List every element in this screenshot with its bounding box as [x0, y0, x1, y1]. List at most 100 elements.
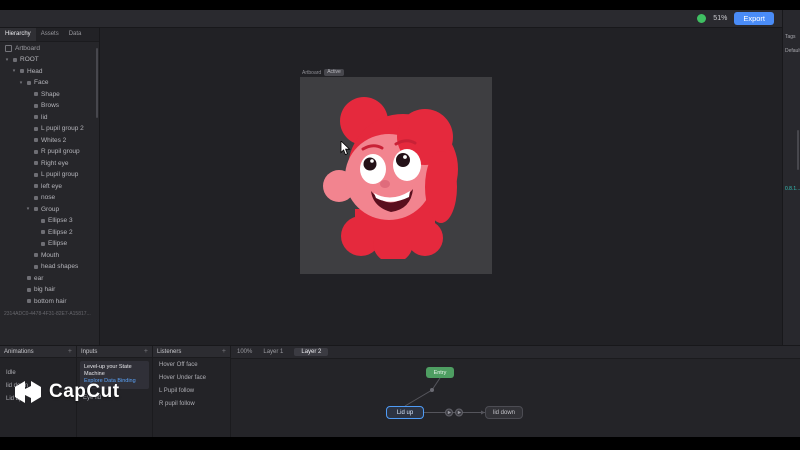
tree-row[interactable]: ▾ Group	[0, 204, 99, 216]
tree-row-label: Ellipse	[48, 240, 68, 248]
tree-row[interactable]: Whites 2	[0, 135, 99, 147]
state-node-lid-down[interactable]: lid down	[485, 406, 523, 419]
node-type-icon	[34, 115, 38, 120]
tags-label: Tags	[785, 34, 796, 40]
tree-row-label: left eye	[41, 182, 62, 190]
tree-row[interactable]: ear	[0, 273, 99, 285]
tree-row[interactable]: bottom hair	[0, 296, 99, 308]
tab-hierarchy[interactable]: Hierarchy	[0, 28, 36, 41]
app-frame: 51% Export Hierarchy Assets Data Artboar…	[0, 10, 800, 437]
add-animation-icon[interactable]: +	[68, 348, 72, 355]
entry-node[interactable]: Entry	[426, 367, 454, 378]
listener-item[interactable]: R pupil follow	[153, 397, 230, 410]
artboard-icon	[5, 44, 12, 52]
listener-item[interactable]: L Pupil follow	[153, 384, 230, 397]
node-type-icon	[34, 253, 38, 258]
tree-arrow[interactable]: ▾	[25, 206, 31, 212]
node-type-icon	[13, 57, 17, 62]
tree-row-label: Head	[27, 67, 43, 75]
state-machine-graph[interactable]: Entry Lid up lid down	[231, 359, 800, 437]
artboard[interactable]	[300, 77, 492, 274]
node-type-icon	[34, 172, 38, 177]
promo-title: Level-up your State Machine	[84, 364, 132, 378]
tree-row[interactable]: big hair	[0, 284, 99, 296]
capcut-logo-icon	[15, 381, 41, 403]
tree-row[interactable]: Shape	[0, 89, 99, 101]
tree-row[interactable]: head shapes	[0, 261, 99, 273]
tree-row-label: Right eye	[41, 159, 69, 167]
graph-connections	[404, 377, 485, 417]
tree-row[interactable]: Mouth	[0, 250, 99, 262]
add-input-icon[interactable]: +	[144, 348, 148, 355]
capcut-wordmark: CapCut	[49, 381, 120, 402]
node-type-icon	[34, 149, 38, 154]
node-type-icon	[34, 264, 38, 269]
tree-row-label: lid	[41, 113, 48, 121]
node-type-icon	[34, 195, 38, 200]
tree-row-label: Ellipse 2	[48, 228, 73, 236]
tree-row-label: Shape	[41, 90, 60, 98]
graph-header: 100% Layer 1 Layer 2	[231, 346, 800, 359]
state-node-lid-up[interactable]: Lid up	[386, 406, 424, 419]
stage-canvas[interactable]: Artboard Active	[100, 28, 782, 345]
node-type-icon	[27, 287, 31, 292]
inputs-header: Inputs +	[77, 346, 152, 358]
artboard-guid: 2314ADC0-4478-4F31-82E7-A15817...	[4, 311, 91, 317]
tree-row[interactable]: Ellipse	[0, 238, 99, 250]
user-avatar[interactable]	[697, 14, 707, 23]
artboard-row[interactable]: Artboard	[0, 42, 99, 54]
listener-item[interactable]: Hover Under face	[153, 371, 230, 384]
tree-row[interactable]: ▾ ROOT	[0, 54, 99, 66]
node-type-icon	[27, 80, 31, 85]
tree-row[interactable]: L pupil group 2	[0, 123, 99, 135]
tree-arrow[interactable]: ▾	[4, 57, 10, 63]
tree-row[interactable]: Right eye	[0, 158, 99, 170]
animation-item[interactable]: Idle	[0, 366, 76, 379]
tree-row[interactable]: L pupil group	[0, 169, 99, 181]
tree-row[interactable]: ▾ Face	[0, 77, 99, 89]
tree-row-label: R pupil group	[41, 148, 80, 156]
hierarchy-panel: Hierarchy Assets Data Artboard ▾ ROOT ▾ …	[0, 28, 100, 345]
hierarchy-tabs: Hierarchy Assets Data	[0, 28, 99, 42]
tree-row-label: Group	[41, 205, 60, 213]
artboard-row-label: Artboard	[15, 44, 40, 52]
node-type-icon	[34, 103, 38, 108]
state-machine-section: 100% Layer 1 Layer 2 Entry Lid up lid do	[231, 346, 800, 437]
artboard-active-badge: Active	[324, 69, 344, 76]
layer-2-tab[interactable]: Layer 2	[294, 348, 329, 356]
tree-row-label: Whites 2	[41, 136, 67, 144]
node-type-icon	[34, 138, 38, 143]
tree-arrow[interactable]: ▾	[18, 80, 24, 86]
tree-row[interactable]: left eye	[0, 181, 99, 193]
tree-row-label: ROOT	[20, 56, 39, 64]
tab-data[interactable]: Data	[64, 28, 87, 41]
node-type-icon	[34, 126, 38, 131]
tree-row[interactable]: Ellipse 2	[0, 227, 99, 239]
layer-1-tab[interactable]: Layer 1	[256, 348, 290, 356]
sync-percent: 51%	[713, 15, 728, 22]
inspector-scrollbar[interactable]	[797, 130, 799, 170]
listeners-title: Listeners	[157, 348, 182, 355]
hierarchy-tree: ▾ ROOT ▾ Head ▾ Face Shape Brows lid L p…	[0, 54, 99, 307]
node-type-icon	[41, 241, 45, 246]
tree-row[interactable]: nose	[0, 192, 99, 204]
tree-row-label: head shapes	[41, 263, 79, 271]
artboard-name[interactable]: Artboard	[302, 70, 321, 76]
export-button[interactable]: Export	[734, 11, 774, 26]
tree-row[interactable]: Brows	[0, 100, 99, 112]
tree-arrow[interactable]: ▾	[11, 68, 17, 74]
node-type-icon	[34, 207, 38, 212]
graph-zoom-level[interactable]: 100%	[237, 349, 252, 355]
listeners-list: Hover Off face Hover Under face L Pupil fo…	[153, 358, 230, 410]
tree-row-label: big hair	[34, 286, 56, 294]
tree-row[interactable]: lid	[0, 112, 99, 124]
tab-assets[interactable]: Assets	[36, 28, 64, 41]
hierarchy-scrollbar[interactable]	[96, 48, 98, 118]
capcut-watermark: CapCut	[14, 380, 120, 404]
add-listener-icon[interactable]: +	[222, 348, 226, 355]
tree-row[interactable]: Ellipse 3	[0, 215, 99, 227]
listener-item[interactable]: Hover Off face	[153, 358, 230, 371]
tree-row-label: Ellipse 3	[48, 217, 73, 225]
tree-row[interactable]: R pupil group	[0, 146, 99, 158]
tree-row[interactable]: ▾ Head	[0, 66, 99, 78]
